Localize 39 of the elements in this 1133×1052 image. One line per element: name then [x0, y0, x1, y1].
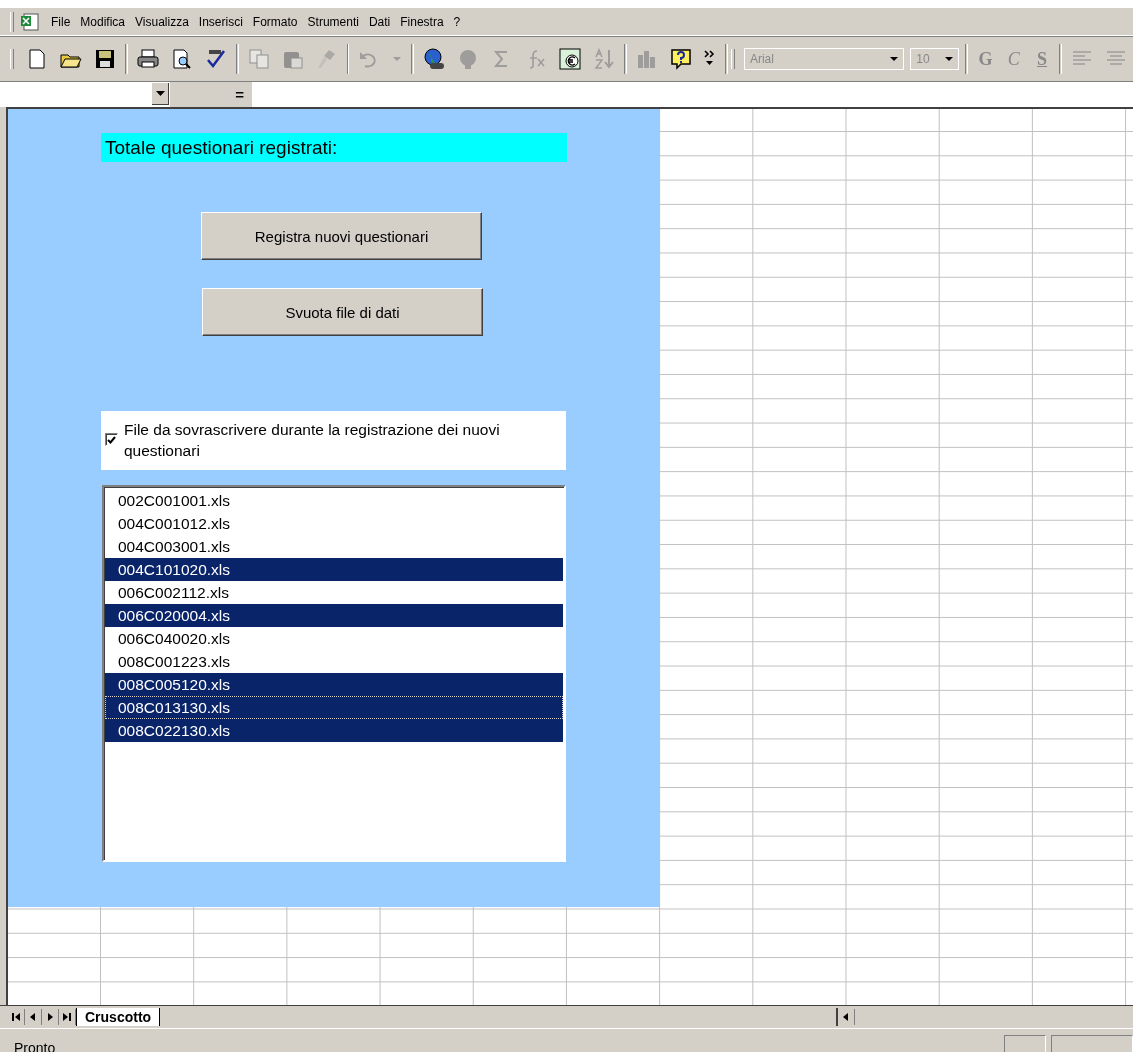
menu-item[interactable]: Dati [363, 14, 396, 29]
formula-field[interactable] [252, 82, 1133, 107]
file-list-item[interactable]: 006C002112.xls [105, 581, 563, 604]
sheet-tab[interactable]: Cruscotto [76, 1008, 161, 1026]
total-label: Totale questionari registrati: [101, 133, 567, 162]
menu-item[interactable]: Modifica [75, 14, 131, 29]
caret-icon [945, 57, 954, 61]
menu-item[interactable]: Strumenti [302, 14, 364, 29]
menu-item[interactable]: Inserisci [193, 14, 248, 29]
menu-item[interactable]: ? [448, 14, 466, 29]
checkbox[interactable] [105, 433, 118, 446]
file-list-item[interactable]: 004C001012.xls [105, 512, 563, 535]
command-button[interactable]: Svuota file di dati [202, 288, 483, 336]
equals-button[interactable]: = [235, 86, 244, 103]
file-list-item[interactable]: 004C101020.xls [105, 558, 563, 581]
menu-item[interactable]: File [46, 14, 76, 29]
file-list-item[interactable]: 008C022130.xls [105, 719, 563, 742]
status-text: Pronto [13, 1039, 57, 1052]
printer-icon[interactable] [135, 47, 160, 71]
caret-icon [155, 91, 165, 96]
caret-icon [890, 57, 899, 61]
command-button[interactable]: Registra nuovi questionari [201, 212, 482, 260]
spreadsheet-icon[interactable] [20, 12, 40, 31]
file-list-item[interactable]: 006C040020.xls [105, 627, 563, 650]
euro-icon[interactable] [558, 47, 583, 71]
file-list-item[interactable]: 006C020004.xls [105, 604, 563, 627]
menu-item[interactable]: Visualizza [130, 14, 194, 29]
dropdown-button[interactable] [152, 83, 169, 105]
menu-item[interactable]: Formato [247, 14, 303, 29]
menu-item[interactable]: Finestra [395, 14, 449, 29]
file-list-item[interactable]: 008C013130.xls [105, 696, 563, 719]
status-panel [1004, 1034, 1046, 1052]
checkbox-label: File da sovrascrivere durante la registrazione dei nuovi questionari [124, 420, 501, 461]
file-list-item[interactable]: 004C003001.xls [105, 535, 563, 558]
file-list-item[interactable]: 008C005120.xls [105, 673, 563, 696]
file-list[interactable]: 002C001001.xls 004C001012.xls 004C003001.xls 004C101020.xls 006C002112.xls 006C020004.xls 006C040020.xls 008C001223.xls 008C005120.xls 008C013130.xls 008C022130.xls [102, 485, 566, 862]
help-icon[interactable] [669, 47, 694, 71]
file-list-item[interactable]: 002C001001.xls [105, 489, 563, 512]
file-list-item[interactable]: 008C001223.xls [105, 650, 563, 673]
